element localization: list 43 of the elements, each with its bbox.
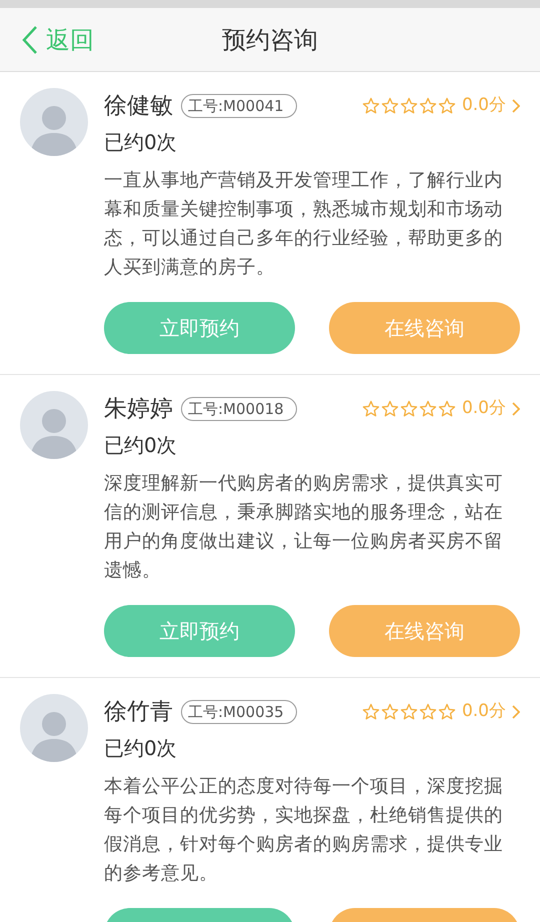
star-icon [418,97,437,115]
booking-count: 已约0次 [104,432,178,459]
star-icon [362,400,380,418]
star-icon [400,97,418,115]
advisor-bio: 深度理解新一代购房者的购房需求，提供真实可信的测评信息，秉承脚踏实地的服务理念，站在用户的角度做出建议，让每一位购房者买房不留遗憾。 [104,472,504,583]
star-icon [362,703,380,721]
star-icon [438,97,456,115]
advisor-name: 徐健敏 [104,92,173,121]
star-icon [380,97,399,115]
page-title: 预约咨询 [222,24,318,56]
star-icon [362,97,380,115]
score: 0.0分 [462,700,506,724]
chevron-right-icon [512,99,520,113]
back-button[interactable]: 返回 [22,22,94,58]
advisor-name: 徐竹青 [104,698,173,727]
advisor-name: 朱婷婷 [104,394,173,424]
employee-id-tag: 工号:M00041 [181,94,297,118]
star-icon [380,703,399,721]
star-icon [438,703,456,721]
booking-count: 已约0次 [104,129,178,156]
score: 0.0分 [462,397,506,420]
online-consult-button[interactable]: 在线咨询 [329,605,520,657]
star-icon [438,400,456,418]
employee-id-tag: 工号:M00035 [181,700,297,724]
star-icon [400,703,418,721]
booking-count: 已约0次 [104,735,178,762]
star-icon [418,703,437,721]
star-icon [400,400,418,418]
book-now-button[interactable]: 立即预约 [104,605,295,657]
chevron-right-icon [512,705,520,719]
chevron-left-icon [22,25,38,55]
chevron-right-icon [512,402,520,416]
rating-link[interactable]: 0.0分 [362,93,520,119]
online-consult-button[interactable]: 在线咨询 [329,302,520,354]
rating-link[interactable]: 0.0分 [362,396,520,422]
rating-link[interactable]: 0.0分 [362,699,520,725]
advisor-bio: 本着公平公正的态度对待每一个项目，深度挖掘每个项目的优劣势，实地探盘，杜绝销售提供的假消息，针对每个购房者的购房需求，提供专业的参考意见。 [104,775,504,886]
star-icon [380,400,399,418]
advisor-bio: 一直从事地产营销及开发管理工作，了解行业内幕和质量关键控制事项，熟悉城市规划和市场动态，可以通过自己多年的行业经验，帮助更多的人买到满意的房子。 [104,169,504,280]
score: 0.0分 [462,94,506,118]
star-icon [418,400,437,418]
book-now-button[interactable]: 立即预约 [104,302,295,354]
employee-id-tag: 工号:M00018 [181,397,297,421]
